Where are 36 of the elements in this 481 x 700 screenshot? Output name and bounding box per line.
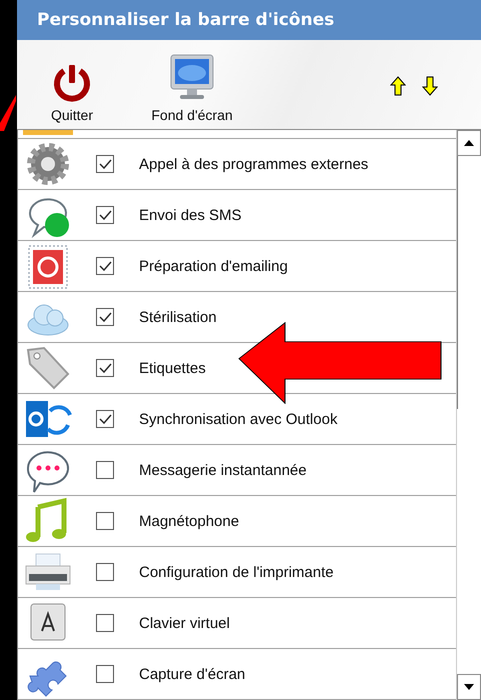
item-label: Capture d'écran: [139, 666, 246, 682]
checkbox[interactable]: [96, 155, 114, 173]
item-label: Envoi des SMS: [139, 206, 242, 224]
down-arrow-icon[interactable]: [422, 76, 438, 96]
down-caret-icon: [464, 684, 474, 690]
item-label: Etiquettes: [139, 360, 206, 376]
scroll-down-button[interactable]: [457, 674, 481, 700]
checkbox[interactable]: [96, 614, 114, 632]
toolbar-button[interactable]: Fond d'écran: [127, 40, 257, 129]
item-label: Messagerie instantannée: [139, 462, 307, 478]
checkbox[interactable]: [96, 410, 114, 428]
checkbox[interactable]: [96, 359, 114, 377]
checkbox[interactable]: [96, 563, 114, 581]
pointer-mark: [0, 95, 16, 131]
checkbox[interactable]: [96, 308, 114, 326]
scroll-up-button[interactable]: [457, 130, 481, 156]
checkbox[interactable]: [96, 512, 114, 530]
item-label: Appel à des programmes externes: [139, 156, 368, 172]
checkbox[interactable]: [96, 461, 114, 479]
item-label: Synchronisation avec Outlook: [139, 410, 338, 428]
tag-icon: [24, 344, 72, 392]
item-label: Magnétophone: [139, 512, 240, 530]
item-label: Stérilisation: [139, 308, 217, 326]
checkbox[interactable]: [96, 665, 114, 683]
item-label: Configuration de l'imprimante: [139, 564, 334, 580]
highlight-strip: [23, 130, 73, 135]
power-icon: [52, 63, 92, 103]
up-arrow-icon[interactable]: [390, 76, 406, 96]
up-caret-icon: [464, 140, 474, 146]
gear-icon: [24, 140, 72, 188]
item-label: Clavier virtuel: [139, 614, 230, 632]
checkbox[interactable]: [96, 206, 114, 224]
item-label: Préparation d'emailing: [139, 258, 288, 274]
toolbar-button[interactable]: Quitter: [17, 40, 127, 129]
checkbox[interactable]: [96, 257, 114, 275]
window-title: Personnaliser la barre d'icônes: [37, 10, 334, 30]
